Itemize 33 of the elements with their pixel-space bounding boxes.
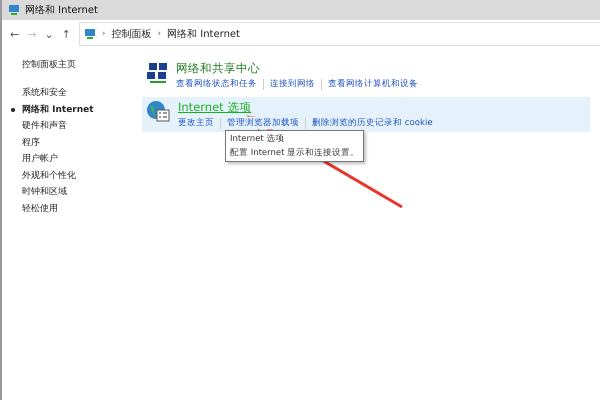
recent-dropdown[interactable]: ⌄ [44, 28, 54, 40]
category-row[interactable]: Internet 选项 更改主页 管理浏览器加载项 删除浏览的历史记录和 cookie [142, 97, 590, 132]
task-link[interactable]: 更改主页 [178, 117, 214, 129]
address-bar[interactable]: › 控制面板 › 网络和 Internet [78, 22, 600, 46]
globe-checklist-icon [146, 100, 172, 124]
task-link[interactable]: 管理浏览器加载项 [227, 117, 299, 129]
sidebar-item[interactable]: 程序 [10, 134, 40, 151]
breadcrumb[interactable]: 控制面板 [111, 27, 152, 41]
network-icon [8, 4, 20, 16]
window-title: 网络和 Internet [25, 4, 98, 17]
category-row[interactable]: 网络和共享中心 查看网络状态和任务 连接到网络 查看网络计算机和设备 [142, 58, 590, 93]
task-link[interactable]: 查看网络计算机和设备 [328, 78, 418, 90]
sidebar-item[interactable]: 硬件和声音 [10, 118, 67, 134]
chevron-icon: › [157, 29, 162, 39]
tooltip-title: Internet 选项 [230, 133, 286, 145]
chevron-icon: › [102, 29, 106, 39]
sidebar-item[interactable]: 系统和安全 [10, 85, 67, 102]
back-button[interactable]: ← [10, 28, 20, 40]
network-computers-icon [146, 61, 170, 85]
task-link[interactable]: 连接到网络 [270, 78, 315, 90]
sidebar-item[interactable]: 时钟和区域 [10, 184, 67, 200]
sidebar-item[interactable]: 外观和个性化 [10, 168, 76, 184]
category-title[interactable]: 网络和共享中心 [176, 61, 260, 76]
task-link[interactable]: 删除浏览的历史记录和 cookie [312, 117, 433, 129]
tooltip-text: 配置 Internet 显示和连接设置。 [230, 147, 360, 159]
breadcrumb[interactable]: 网络和 Internet [167, 27, 240, 41]
sidebar-link[interactable]: 控制面板主页 [22, 58, 76, 71]
task-link[interactable]: 查看网络状态和任务 [176, 78, 257, 90]
sidebar-item[interactable]: 轻松使用 [10, 200, 58, 217]
up-button[interactable]: ↑ [62, 28, 71, 40]
network-icon [84, 28, 96, 40]
sidebar-item[interactable]: 网络和 Internet [10, 102, 94, 118]
sidebar-item[interactable]: 用户帐户 [10, 151, 58, 168]
